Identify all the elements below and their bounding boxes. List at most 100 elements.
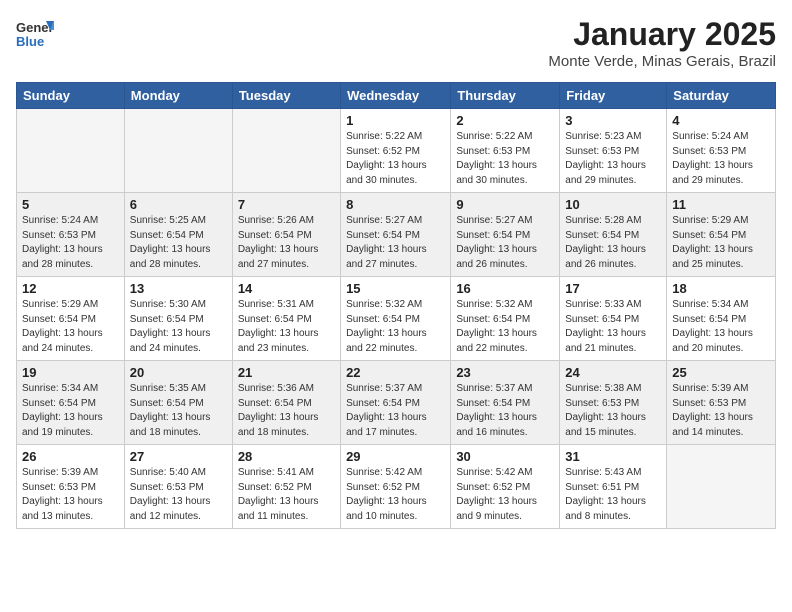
day-info: Sunrise: 5:37 AM Sunset: 6:54 PM Dayligh… [346,382,445,440]
day-info: Sunrise: 5:34 AM Sunset: 6:54 PM Dayligh… [22,382,119,440]
day-number: 18 [672,281,770,296]
day-number: 5 [22,197,119,212]
day-info: Sunrise: 5:33 AM Sunset: 6:54 PM Dayligh… [565,298,661,356]
day-number: 7 [238,197,335,212]
day-number: 13 [130,281,227,296]
day-info: Sunrise: 5:22 AM Sunset: 6:52 PM Dayligh… [346,130,445,188]
day-info: Sunrise: 5:34 AM Sunset: 6:54 PM Dayligh… [672,298,770,356]
weekday-header-thursday: Thursday [451,83,560,109]
day-info: Sunrise: 5:37 AM Sunset: 6:54 PM Dayligh… [456,382,554,440]
day-number: 10 [565,197,661,212]
day-number: 27 [130,449,227,464]
day-number: 8 [346,197,445,212]
day-number: 20 [130,365,227,380]
day-info: Sunrise: 5:28 AM Sunset: 6:54 PM Dayligh… [565,214,661,272]
day-number: 25 [672,365,770,380]
calendar-cell: 16 Sunrise: 5:32 AM Sunset: 6:54 PM Dayli… [451,277,560,361]
calendar-cell: 24 Sunrise: 5:38 AM Sunset: 6:53 PM Dayli… [560,361,667,445]
day-info: Sunrise: 5:26 AM Sunset: 6:54 PM Dayligh… [238,214,335,272]
day-number: 15 [346,281,445,296]
calendar-cell: 22Sunrise: 5:37 AM Sunset: 6:54 PM Dayli… [341,361,451,445]
calendar-cell: 14 Sunrise: 5:31 AM Sunset: 6:54 PM Dayli… [232,277,340,361]
calendar: SundayMondayTuesdayWednesdayThursdayFrid… [16,82,776,529]
calendar-cell: 6Sunrise: 5:25 AM Sunset: 6:54 PM Daylig… [124,193,232,277]
day-info: Sunrise: 5:24 AM Sunset: 6:53 PM Dayligh… [672,130,770,188]
page-header: General Blue January 2025 Monte Verde, M… [16,16,776,70]
calendar-cell: 28 Sunrise: 5:41 AM Sunset: 6:52 PM Dayli… [232,445,340,529]
svg-text:Blue: Blue [16,34,44,49]
day-info: Sunrise: 5:31 AM Sunset: 6:54 PM Dayligh… [238,298,335,356]
calendar-cell [232,109,340,193]
day-number: 14 [238,281,335,296]
calendar-cell: 5 Sunrise: 5:24 AM Sunset: 6:53 PM Daylig… [17,193,125,277]
calendar-cell: 27 Sunrise: 5:40 AM Sunset: 6:53 PM Dayli… [124,445,232,529]
day-number: 19 [22,365,119,380]
logo: General Blue [16,16,54,59]
calendar-cell: 11 Sunrise: 5:29 AM Sunset: 6:54 PM Dayli… [667,193,776,277]
weekday-header-wednesday: Wednesday [341,83,451,109]
day-number: 4 [672,113,770,128]
day-info: Sunrise: 5:39 AM Sunset: 6:53 PM Dayligh… [22,466,119,524]
day-number: 11 [672,197,770,212]
day-info: Sunrise: 5:24 AM Sunset: 6:53 PM Dayligh… [22,214,119,272]
day-info: Sunrise: 5:36 AM Sunset: 6:54 PM Dayligh… [238,382,335,440]
day-number: 16 [456,281,554,296]
weekday-header-saturday: Saturday [667,83,776,109]
day-number: 3 [565,113,661,128]
calendar-cell: 3 Sunrise: 5:23 AM Sunset: 6:53 PM Daylig… [560,109,667,193]
day-number: 31 [565,449,661,464]
day-info: Sunrise: 5:32 AM Sunset: 6:54 PM Dayligh… [456,298,554,356]
day-info: Sunrise: 5:38 AM Sunset: 6:53 PM Dayligh… [565,382,661,440]
day-info: Sunrise: 5:29 AM Sunset: 6:54 PM Dayligh… [672,214,770,272]
calendar-week-row: 5 Sunrise: 5:24 AM Sunset: 6:53 PM Daylig… [17,193,776,277]
logo-icon: General Blue [16,16,54,59]
day-number: 9 [456,197,554,212]
weekday-header-sunday: Sunday [17,83,125,109]
calendar-cell: 13 Sunrise: 5:30 AM Sunset: 6:54 PM Dayli… [124,277,232,361]
day-number: 26 [22,449,119,464]
day-info: Sunrise: 5:29 AM Sunset: 6:54 PM Dayligh… [22,298,119,356]
calendar-cell [667,445,776,529]
weekday-header-friday: Friday [560,83,667,109]
weekday-header-monday: Monday [124,83,232,109]
day-info: Sunrise: 5:43 AM Sunset: 6:51 PM Dayligh… [565,466,661,524]
day-info: Sunrise: 5:41 AM Sunset: 6:52 PM Dayligh… [238,466,335,524]
calendar-cell: 26 Sunrise: 5:39 AM Sunset: 6:53 PM Dayli… [17,445,125,529]
location: Monte Verde, Minas Gerais, Brazil [548,53,776,70]
calendar-cell: 15Sunrise: 5:32 AM Sunset: 6:54 PM Dayli… [341,277,451,361]
day-info: Sunrise: 5:22 AM Sunset: 6:53 PM Dayligh… [456,130,554,188]
day-info: Sunrise: 5:27 AM Sunset: 6:54 PM Dayligh… [346,214,445,272]
day-info: Sunrise: 5:23 AM Sunset: 6:53 PM Dayligh… [565,130,661,188]
calendar-cell [17,109,125,193]
calendar-cell: 18 Sunrise: 5:34 AM Sunset: 6:54 PM Dayli… [667,277,776,361]
calendar-week-row: 26 Sunrise: 5:39 AM Sunset: 6:53 PM Dayli… [17,445,776,529]
day-info: Sunrise: 5:30 AM Sunset: 6:54 PM Dayligh… [130,298,227,356]
calendar-cell: 19 Sunrise: 5:34 AM Sunset: 6:54 PM Dayli… [17,361,125,445]
calendar-cell: 1Sunrise: 5:22 AM Sunset: 6:52 PM Daylig… [341,109,451,193]
day-number: 23 [456,365,554,380]
day-number: 2 [456,113,554,128]
day-number: 24 [565,365,661,380]
calendar-cell: 25Sunrise: 5:39 AM Sunset: 6:53 PM Dayli… [667,361,776,445]
calendar-cell: 17 Sunrise: 5:33 AM Sunset: 6:54 PM Dayli… [560,277,667,361]
calendar-cell: 9 Sunrise: 5:27 AM Sunset: 6:54 PM Daylig… [451,193,560,277]
calendar-week-row: 19 Sunrise: 5:34 AM Sunset: 6:54 PM Dayli… [17,361,776,445]
calendar-cell: 23 Sunrise: 5:37 AM Sunset: 6:54 PM Dayli… [451,361,560,445]
calendar-cell: 30 Sunrise: 5:42 AM Sunset: 6:52 PM Dayli… [451,445,560,529]
day-number: 29 [346,449,445,464]
weekday-header-row: SundayMondayTuesdayWednesdayThursdayFrid… [17,83,776,109]
day-number: 30 [456,449,554,464]
calendar-week-row: 12 Sunrise: 5:29 AM Sunset: 6:54 PM Dayli… [17,277,776,361]
day-info: Sunrise: 5:27 AM Sunset: 6:54 PM Dayligh… [456,214,554,272]
calendar-cell: 2 Sunrise: 5:22 AM Sunset: 6:53 PM Daylig… [451,109,560,193]
calendar-cell: 7 Sunrise: 5:26 AM Sunset: 6:54 PM Daylig… [232,193,340,277]
day-info: Sunrise: 5:40 AM Sunset: 6:53 PM Dayligh… [130,466,227,524]
day-number: 28 [238,449,335,464]
day-number: 17 [565,281,661,296]
calendar-cell: 31 Sunrise: 5:43 AM Sunset: 6:51 PM Dayli… [560,445,667,529]
day-number: 12 [22,281,119,296]
day-info: Sunrise: 5:42 AM Sunset: 6:52 PM Dayligh… [346,466,445,524]
day-info: Sunrise: 5:42 AM Sunset: 6:52 PM Dayligh… [456,466,554,524]
calendar-cell: 21Sunrise: 5:36 AM Sunset: 6:54 PM Dayli… [232,361,340,445]
title-block: January 2025 Monte Verde, Minas Gerais, … [548,16,776,70]
